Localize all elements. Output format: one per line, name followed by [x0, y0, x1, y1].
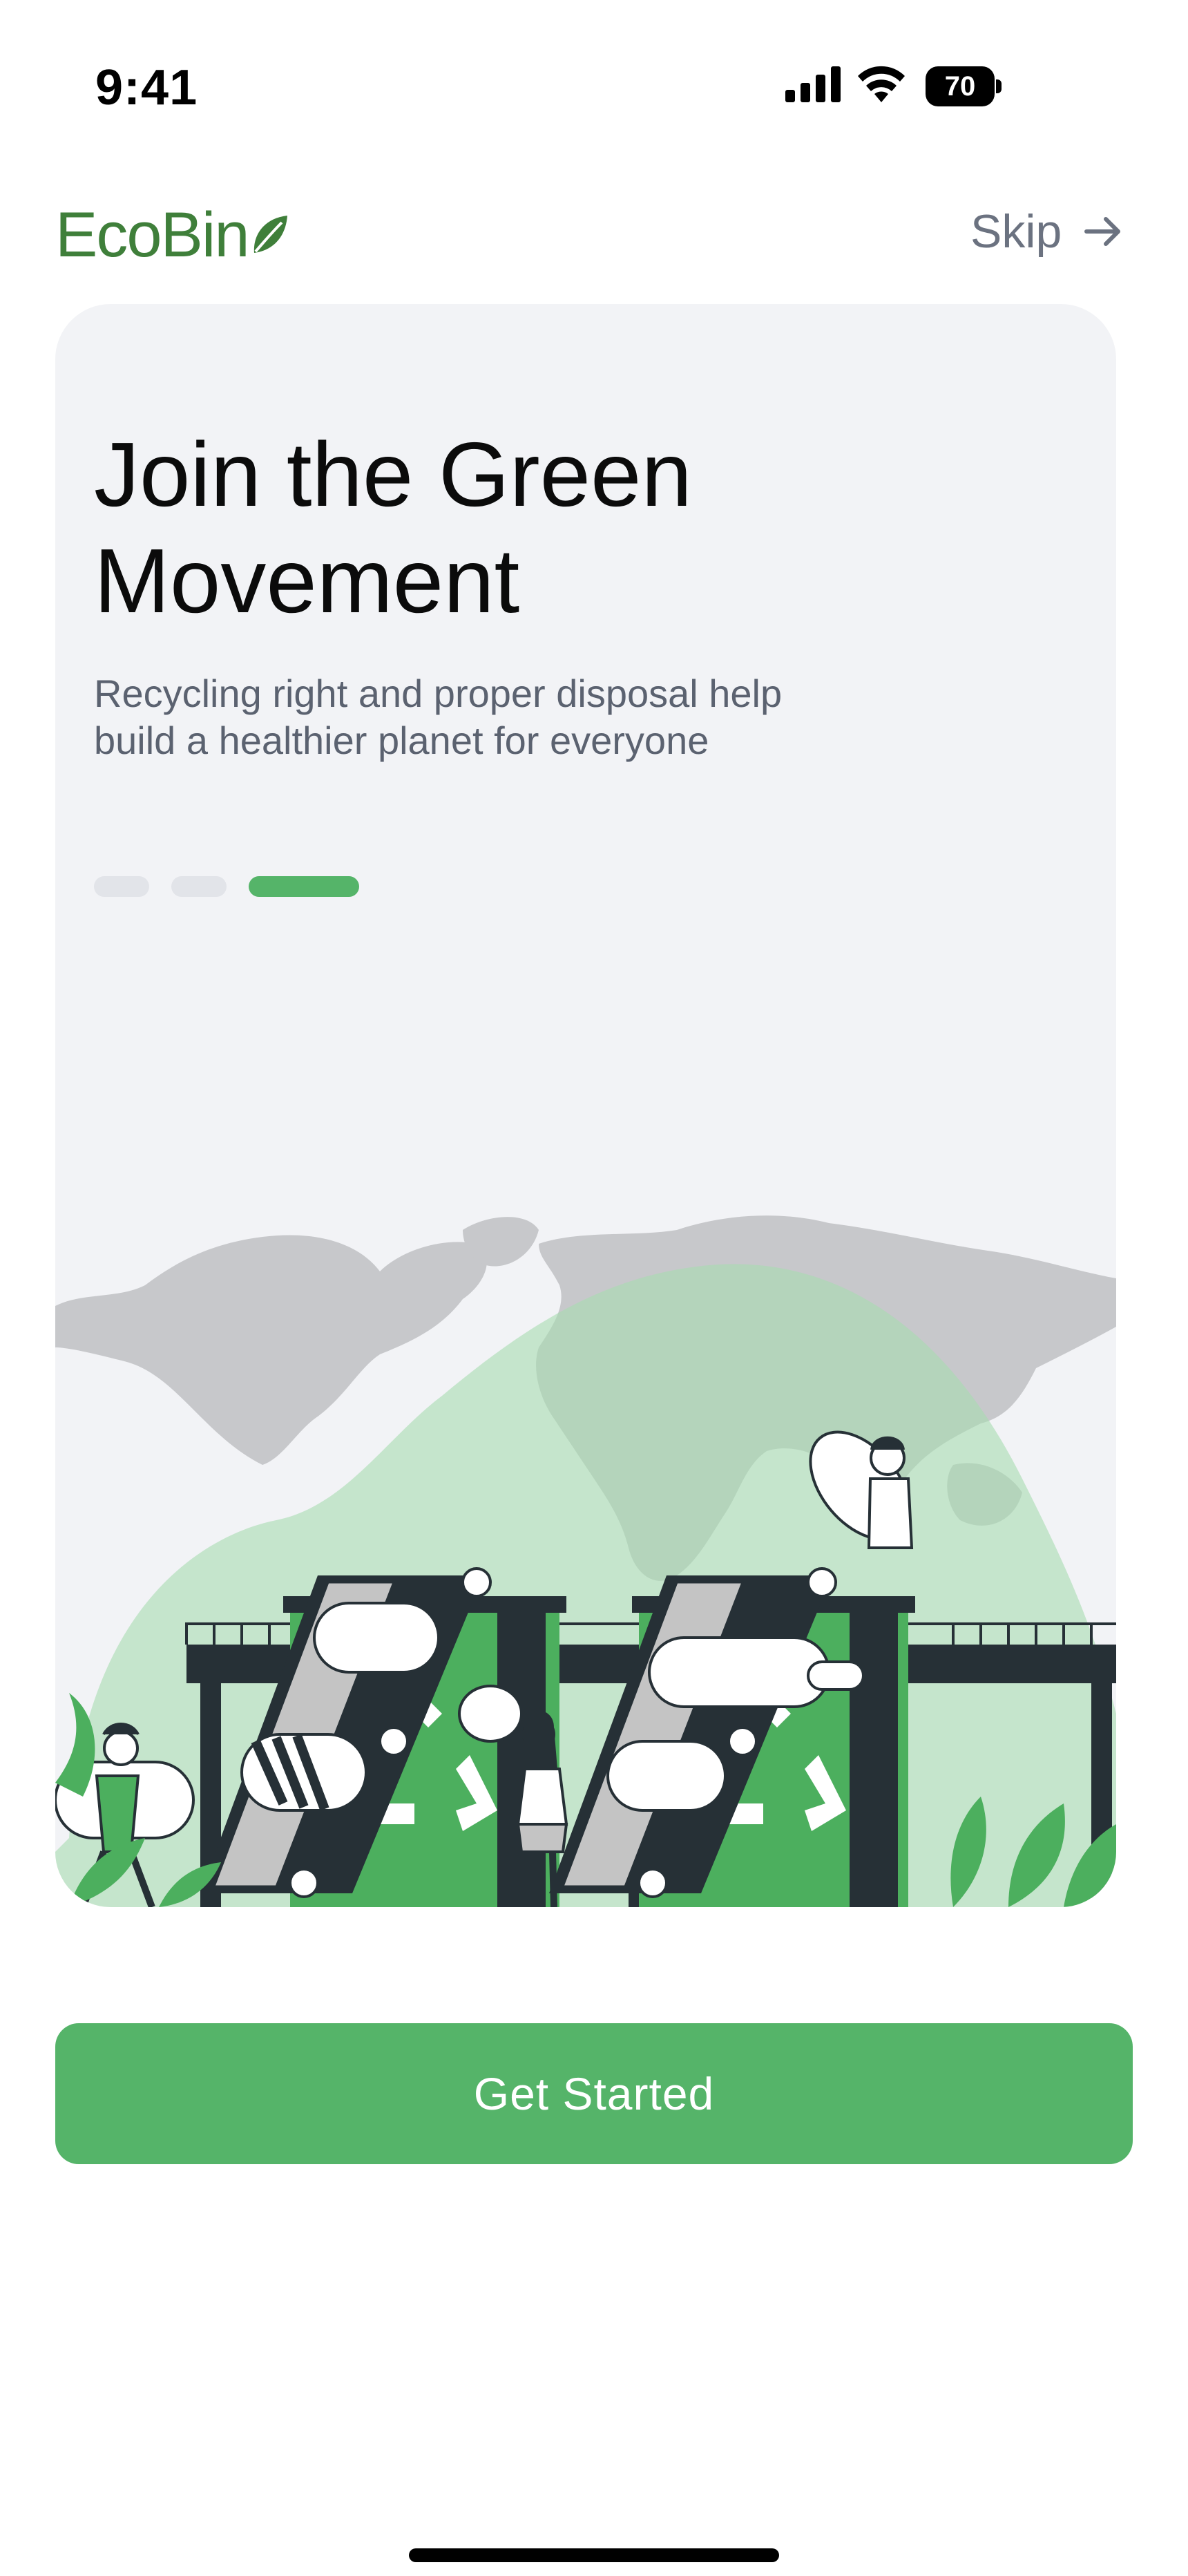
recycling-illustration [55, 1215, 1116, 1907]
skip-button[interactable]: Skip [970, 200, 1124, 263]
pagination-dot[interactable] [171, 876, 227, 897]
pagination-dot-active[interactable] [249, 876, 359, 897]
onboarding-card: Join the Green Movement Recycling right … [55, 304, 1116, 1907]
onboarding-subtitle: Recycling right and proper disposal help… [94, 672, 783, 762]
battery-indicator: 70 [926, 66, 1003, 106]
skip-label: Skip [970, 205, 1062, 258]
wifi-icon [858, 66, 905, 102]
home-indicator[interactable] [409, 2548, 779, 2562]
logo-text: EcoBin [55, 199, 249, 270]
battery-level: 70 [926, 66, 995, 106]
pagination-dot[interactable] [94, 876, 149, 897]
status-time: 9:41 [95, 60, 198, 115]
pagination-dots [94, 876, 359, 897]
arrow-right-icon [1084, 217, 1121, 246]
app-logo: EcoBin [55, 193, 289, 276]
onboarding-title: Join the Green Movement [94, 424, 692, 632]
battery-cap [996, 79, 1002, 93]
get-started-button[interactable]: Get Started [55, 2023, 1133, 2164]
cellular-signal-icon [785, 66, 841, 102]
leaf-icon [253, 216, 287, 253]
status-bar: 9:41 70 [0, 0, 1188, 138]
